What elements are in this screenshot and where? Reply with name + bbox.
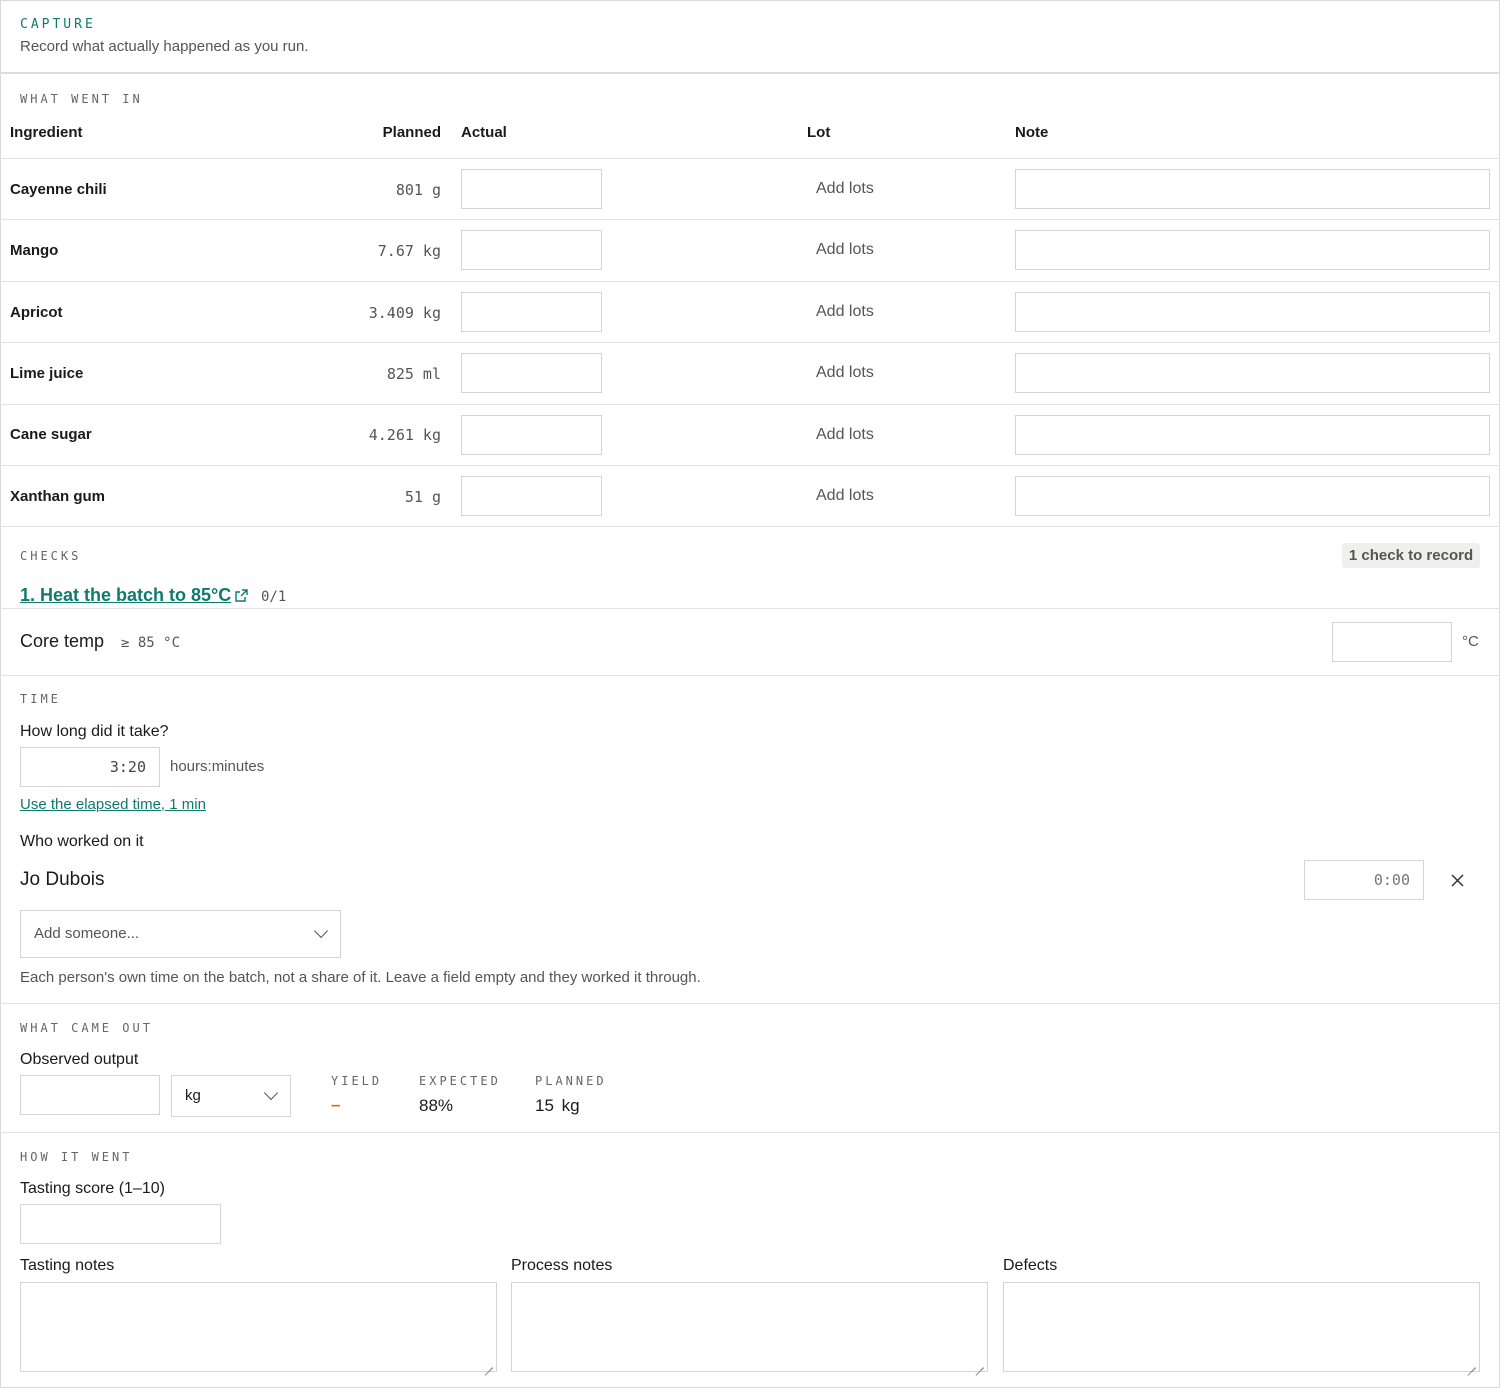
actual-input[interactable] [461, 230, 602, 270]
checks-pending-badge: 1 check to record [1342, 543, 1480, 568]
planned-amount: 825 ml [386, 365, 441, 383]
capture-subtitle: Record what actually happened as you run… [20, 38, 309, 55]
section-eyebrow-output: WHAT CAME OUT [20, 1021, 153, 1035]
chevron-down-icon [313, 923, 329, 939]
note-input[interactable] [1015, 415, 1490, 455]
planned-amount: 4.261 kg [368, 426, 441, 444]
output-unit-select[interactable]: kg [171, 1075, 291, 1117]
row-divider [0, 342, 1500, 343]
defects-label: Defects [1003, 1257, 1058, 1274]
section-eyebrow-checks: CHECKS [20, 549, 82, 563]
remove-worker-icon[interactable] [1451, 874, 1464, 887]
core-temp-input[interactable] [1332, 622, 1452, 662]
tasting-notes-textarea[interactable] [20, 1282, 497, 1372]
section-divider [0, 1003, 1500, 1004]
row-divider [0, 404, 1500, 405]
section-eyebrow-how: HOW IT WENT [20, 1150, 133, 1164]
section-divider [0, 526, 1500, 527]
actual-input[interactable] [461, 415, 602, 455]
ingredient-name: Lime juice [10, 365, 84, 382]
add-lots-button[interactable]: Add lots [816, 303, 874, 321]
actual-input[interactable] [461, 476, 602, 516]
planned-label: PLANNED [535, 1074, 607, 1088]
add-lots-button[interactable]: Add lots [816, 364, 874, 382]
note-input[interactable] [1015, 476, 1490, 516]
planned-amount: 7.67 kg [377, 242, 441, 260]
ingredient-name: Cane sugar [10, 426, 92, 443]
col-header-planned: Planned [382, 124, 441, 141]
workers-help-text: Each person's own time on the batch, not… [20, 969, 701, 986]
expected-label: EXPECTED [419, 1074, 501, 1088]
section-eyebrow-ingredients: WHAT WENT IN [20, 92, 143, 106]
row-divider [0, 219, 1500, 220]
add-someone-placeholder: Add someone... [34, 925, 140, 942]
check-item-label: Core temp [20, 631, 105, 651]
divider [0, 608, 1500, 609]
add-lots-button[interactable]: Add lots [816, 487, 874, 505]
resize-handle-icon[interactable] [1466, 1358, 1476, 1368]
note-input[interactable] [1015, 230, 1490, 270]
worker-name: Jo Dubois [20, 869, 105, 890]
tasting-score-input[interactable] [20, 1204, 221, 1244]
note-input[interactable] [1015, 169, 1490, 209]
row-divider [0, 281, 1500, 282]
expected-value: 88% [419, 1096, 454, 1115]
observed-output-label: Observed output [20, 1051, 139, 1068]
table-divider [0, 158, 1500, 159]
add-lots-button[interactable]: Add lots [816, 241, 874, 259]
workers-label: Who worked on it [20, 833, 144, 850]
external-link-icon[interactable] [234, 588, 249, 603]
process-notes-textarea[interactable] [511, 1282, 988, 1372]
actual-input[interactable] [461, 353, 602, 393]
duration-question: How long did it take? [20, 723, 169, 740]
col-header-note: Note [1015, 124, 1049, 141]
ingredient-name: Apricot [10, 304, 63, 321]
ingredient-name: Mango [10, 242, 59, 259]
section-divider [0, 1132, 1500, 1133]
tasting-notes-label: Tasting notes [20, 1257, 115, 1274]
yield-value: – [331, 1095, 341, 1114]
section-divider [0, 675, 1500, 676]
ingredient-name: Xanthan gum [10, 488, 106, 505]
add-someone-select[interactable]: Add someone... [20, 910, 341, 958]
note-input[interactable] [1015, 292, 1490, 332]
core-temp-unit: °C [1462, 633, 1479, 650]
defects-textarea[interactable] [1003, 1282, 1480, 1372]
process-notes-label: Process notes [511, 1257, 613, 1274]
col-header-actual: Actual [461, 124, 507, 141]
add-lots-button[interactable]: Add lots [816, 426, 874, 444]
planned-amount: 801 g [395, 181, 441, 199]
check-item-rule: ≥ 85 °C [121, 635, 181, 651]
resize-handle-icon[interactable] [483, 1358, 493, 1368]
duration-input[interactable]: 3:20 [20, 747, 160, 787]
actual-input[interactable] [461, 169, 602, 209]
ingredient-name: Cayenne chili [10, 181, 107, 198]
tasting-score-label: Tasting score (1–10) [20, 1180, 165, 1197]
actual-input[interactable] [461, 292, 602, 332]
chevron-down-icon [263, 1085, 279, 1101]
planned-amount: 51 g [404, 488, 441, 506]
planned-value: 15 kg [535, 1096, 580, 1115]
divider [0, 72, 1500, 74]
col-header-ingredient: Ingredient [10, 124, 83, 141]
output-unit-value: kg [185, 1087, 201, 1104]
section-eyebrow-time: TIME [20, 692, 61, 706]
planned-amount: 3.409 kg [368, 304, 441, 322]
use-elapsed-time-link[interactable]: Use the elapsed time, 1 min [20, 796, 206, 813]
note-input[interactable] [1015, 353, 1490, 393]
section-eyebrow-capture: CAPTURE [20, 17, 96, 32]
add-lots-button[interactable]: Add lots [816, 180, 874, 198]
observed-output-input[interactable] [20, 1075, 160, 1115]
row-divider [0, 465, 1500, 466]
resize-handle-icon[interactable] [974, 1358, 984, 1368]
duration-unit: hours:minutes [170, 758, 265, 775]
worker-time-input[interactable]: 0:00 [1304, 860, 1424, 900]
col-header-lot: Lot [807, 124, 831, 141]
check-step-progress: 0/1 [261, 589, 287, 605]
yield-label: YIELD [331, 1074, 383, 1088]
check-step-link[interactable]: 1. Heat the batch to 85°C [20, 585, 231, 606]
